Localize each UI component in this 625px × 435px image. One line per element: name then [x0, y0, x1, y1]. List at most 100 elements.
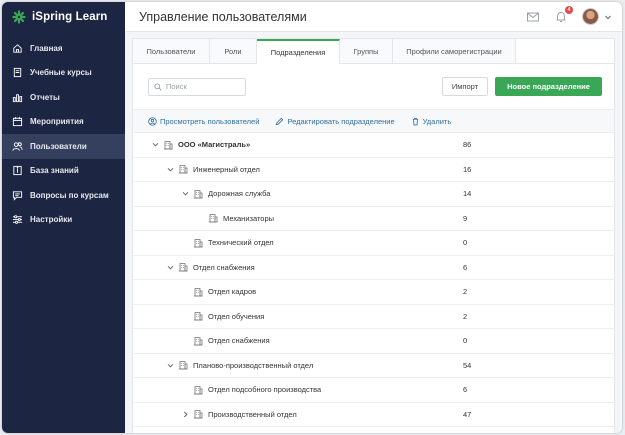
user-count: 2 — [463, 287, 468, 297]
bell-icon[interactable]: 4 — [554, 5, 573, 24]
building-icon — [163, 140, 173, 150]
tab-self-registration-profiles[interactable]: Профили саморегистрации — [393, 39, 516, 63]
chevron-down-icon[interactable] — [151, 140, 160, 149]
edit-department-label: Редактировать подразделение — [287, 116, 395, 126]
sidebar-item-label: Главная — [30, 43, 63, 53]
top-bar: Управление пользователями 4 — [125, 2, 622, 32]
sidebar-item-label: Мероприятия — [30, 117, 84, 127]
tab-users[interactable]: Пользователи — [133, 39, 210, 63]
building-icon — [193, 311, 203, 321]
building-icon — [193, 385, 203, 395]
user-count: 16 — [463, 164, 472, 174]
tab-groups[interactable]: Группы — [340, 39, 393, 63]
chevron-down-icon[interactable] — [181, 189, 190, 198]
app-name: iSpring Learn — [32, 11, 108, 23]
tab-roles[interactable]: Роли — [210, 39, 257, 63]
logo[interactable]: iSpring Learn — [2, 2, 125, 32]
building-icon — [178, 164, 188, 174]
chevron-down-icon[interactable] — [166, 165, 175, 174]
tab-departments[interactable]: Подразделения — [257, 39, 340, 64]
ispring-logo-icon — [12, 10, 26, 24]
department-tree: ООО «Магистраль» 86 Инженерный отдел 16 Доро… — [133, 133, 614, 427]
edit-department-button[interactable]: Редактировать подразделение — [275, 116, 395, 126]
user-count: 0 — [463, 336, 468, 346]
import-button[interactable]: Импорт — [442, 77, 488, 96]
users-icon — [12, 141, 23, 152]
sidebar-item-settings[interactable]: Настройки — [2, 208, 125, 233]
tree-row[interactable]: Инженерный отдел 16 — [133, 158, 614, 182]
user-count: 9 — [463, 213, 468, 223]
search-box[interactable] — [148, 77, 246, 96]
sidebar-item-home[interactable]: Главная — [2, 36, 125, 61]
user-count: 6 — [463, 385, 468, 395]
sidebar-item-label: Учебные курсы — [30, 68, 92, 78]
building-icon — [193, 287, 203, 297]
mail-icon[interactable] — [526, 10, 540, 24]
tree-row[interactable]: Отдел снабжения 6 — [133, 256, 614, 280]
search-input[interactable] — [166, 82, 242, 91]
sidebar-item-courses[interactable]: Учебные курсы — [2, 61, 125, 86]
book-icon — [12, 67, 23, 78]
main-area: Управление пользователями 4 Пользователи… — [125, 2, 622, 433]
user-count: 0 — [463, 238, 468, 248]
chat-icon — [12, 190, 23, 201]
home-icon — [12, 43, 23, 54]
department-name: Отдел снабжения — [193, 262, 255, 272]
tree-row[interactable]: Отдел подсобного производства 6 — [133, 378, 614, 403]
view-users-label: Просмотреть пользователей — [160, 116, 260, 126]
sidebar-item-knowledge-base[interactable]: База знаний — [2, 159, 125, 184]
tree-row[interactable]: Производственный отдел 47 — [133, 403, 614, 427]
notification-badge: 4 — [565, 5, 573, 14]
department-name: Планово-производственный отдел — [193, 360, 314, 370]
sidebar-item-label: Настройки — [30, 215, 73, 225]
calendar-icon — [12, 116, 23, 127]
delete-button[interactable]: Удалить — [411, 116, 452, 126]
search-icon — [154, 82, 162, 91]
view-users-button[interactable]: Просмотреть пользователей — [148, 117, 259, 126]
sliders-icon — [12, 214, 23, 225]
chevron-down-icon[interactable] — [166, 361, 175, 370]
tree-row[interactable]: Отдел обучения 2 — [133, 305, 614, 329]
bar-chart-icon — [12, 92, 23, 103]
department-name: Дорожная служба — [208, 189, 271, 199]
chevron-down-icon[interactable] — [604, 13, 612, 21]
department-name: Отдел обучения — [208, 311, 265, 321]
tree-row[interactable]: Отдел кадров 2 — [133, 280, 614, 305]
sidebar-item-course-questions[interactable]: Вопросы по курсам — [2, 183, 125, 208]
user-count: 47 — [463, 409, 472, 419]
sidebar-item-reports[interactable]: Отчеты — [2, 85, 125, 110]
tabs: Пользователи Роли Подразделения Группы П… — [133, 39, 614, 64]
tree-row[interactable]: Технический отдел 0 — [133, 231, 614, 256]
user-count: 86 — [463, 140, 472, 150]
user-count: 14 — [463, 189, 472, 199]
department-name: Отдел кадров — [208, 287, 257, 297]
tree-row[interactable]: Механизаторы 9 — [133, 207, 614, 231]
sidebar-item-events[interactable]: Мероприятия — [2, 110, 125, 135]
tree-row[interactable]: ООО «Магистраль» 86 — [133, 133, 614, 158]
chevron-right-icon[interactable] — [181, 410, 190, 419]
user-count: 2 — [463, 311, 468, 321]
tree-row[interactable]: Дорожная служба 14 — [133, 182, 614, 207]
user-count: 6 — [463, 262, 468, 272]
sidebar: iSpring Learn Главная Учебные курсы Отче… — [2, 2, 125, 433]
sidebar-item-users[interactable]: Пользователи — [2, 134, 125, 159]
actions-row: Импорт Новое подразделение — [133, 64, 614, 109]
department-name: Отдел подсобного производства — [208, 385, 322, 395]
avatar[interactable] — [582, 8, 599, 25]
tree-row[interactable]: Планово-производственный отдел 54 — [133, 354, 614, 378]
delete-label: Удалить — [422, 116, 452, 126]
tree-row[interactable]: Отдел снабжения 0 — [133, 329, 614, 354]
building-icon — [193, 238, 203, 248]
sidebar-item-label: База знаний — [30, 166, 79, 176]
page-title: Управление пользователями — [139, 9, 307, 24]
app-window: iSpring Learn Главная Учебные курсы Отче… — [2, 2, 622, 433]
building-icon — [178, 262, 188, 272]
new-department-button[interactable]: Новое подразделение — [495, 77, 602, 96]
building-icon — [208, 213, 218, 223]
top-actions: 4 — [526, 5, 612, 25]
department-name: Производственный отдел — [208, 409, 297, 419]
knowledge-icon — [12, 165, 23, 176]
sidebar-item-label: Пользователи — [30, 141, 87, 151]
chevron-down-icon[interactable] — [166, 263, 175, 272]
sidebar-item-label: Отчеты — [30, 92, 60, 102]
